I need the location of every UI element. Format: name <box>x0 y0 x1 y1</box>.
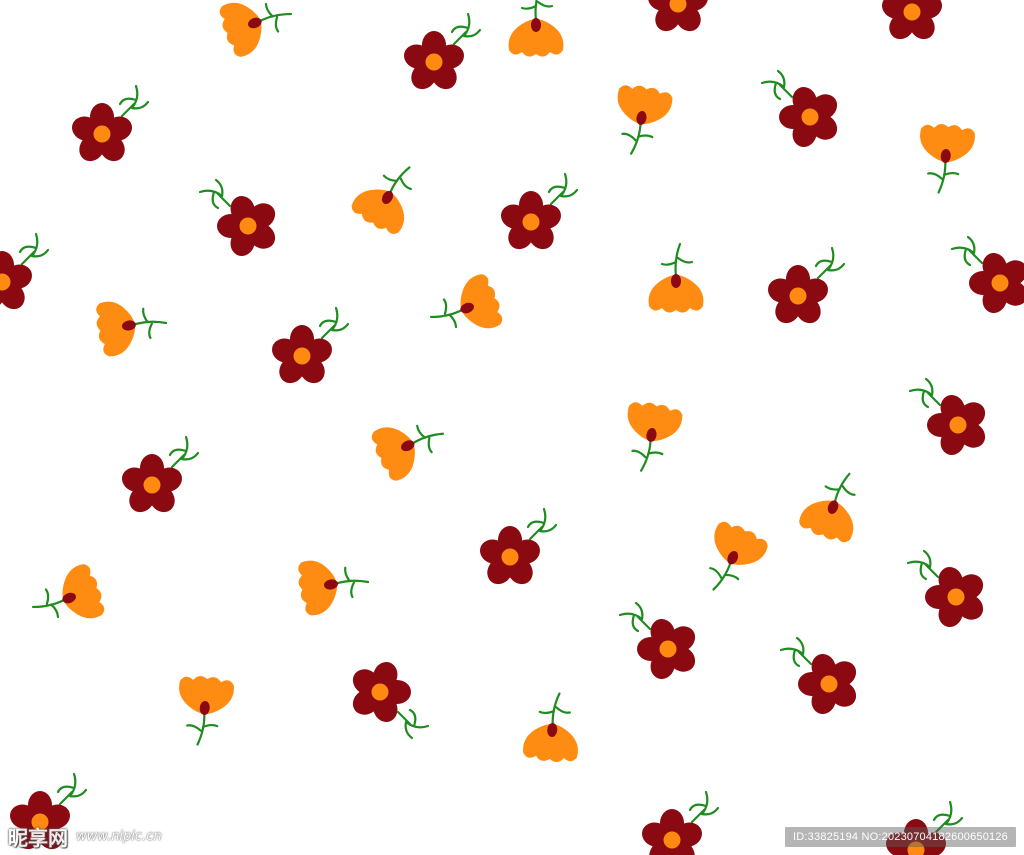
watermark-logo: 昵享网 www.nipic.cn <box>8 823 162 850</box>
red-flower <box>618 601 702 684</box>
red-flower <box>643 0 726 38</box>
orange-bud <box>173 673 236 749</box>
orange-bud <box>521 689 584 765</box>
red-flower <box>877 0 960 46</box>
orange-bud <box>91 290 172 360</box>
red-flower <box>117 435 200 519</box>
orange-bud <box>214 0 301 61</box>
watermark-site-text: www.nipic.cn <box>76 828 162 844</box>
floral-pattern <box>0 0 1024 855</box>
red-flower <box>267 306 350 390</box>
orange-bud <box>795 461 873 548</box>
orange-bud <box>23 560 110 638</box>
orange-bud <box>647 242 705 314</box>
orange-bud <box>293 549 374 619</box>
orange-bud <box>691 516 773 604</box>
watermark-id-text: ID:33825194 NO:20230704182600650126 <box>793 831 1008 843</box>
red-flower <box>496 172 579 256</box>
orange-bud <box>366 404 454 486</box>
red-flower <box>67 84 150 168</box>
red-flower <box>637 790 720 855</box>
watermark-logo-text: 昵享网 <box>8 825 68 850</box>
orange-bud <box>421 270 508 348</box>
orange-bud <box>346 150 431 240</box>
red-flower <box>763 246 846 330</box>
red-flower <box>198 178 282 261</box>
watermark-id-badge: ID:33825194 NO:20230704182600650126 <box>785 827 1016 847</box>
orange-bud <box>507 0 565 58</box>
red-flower <box>0 232 50 316</box>
red-flower <box>760 69 844 152</box>
red-flower <box>475 507 558 591</box>
orange-bud <box>606 80 676 161</box>
red-flower <box>346 657 430 740</box>
red-flower <box>399 12 482 96</box>
orange-bud <box>616 397 686 478</box>
red-flower <box>950 235 1024 318</box>
red-flower <box>908 377 992 460</box>
red-flower <box>779 636 863 719</box>
orange-bud <box>914 121 977 197</box>
red-flower <box>906 549 990 632</box>
